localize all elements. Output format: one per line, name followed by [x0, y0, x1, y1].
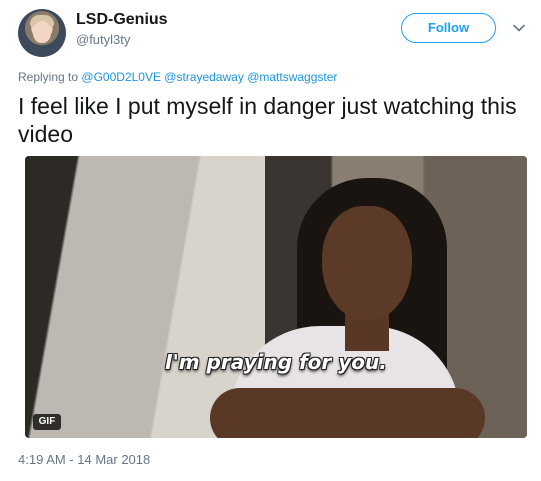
- replying-to: Replying to @G00D2L0VE @strayedaway @mat…: [18, 70, 337, 84]
- replying-to-label: Replying to: [18, 70, 79, 84]
- media-figure-face: [322, 206, 412, 321]
- display-name[interactable]: LSD-Genius: [76, 11, 168, 29]
- gif-media[interactable]: I'm praying for you. GIF: [25, 156, 527, 438]
- gif-caption: I'm praying for you.: [165, 350, 387, 374]
- tweet-timestamp[interactable]: 4:19 AM - 14 Mar 2018: [18, 452, 150, 467]
- tweet-text: I feel like I put myself in danger just …: [18, 93, 517, 147]
- tweet: LSD-Genius @futyl3ty Follow Replying to …: [0, 0, 541, 481]
- user-handle[interactable]: @futyl3ty: [76, 32, 130, 47]
- avatar-face: [33, 21, 51, 43]
- gif-badge: GIF: [33, 414, 61, 430]
- follow-button[interactable]: Follow: [401, 13, 496, 43]
- avatar[interactable]: [18, 9, 66, 57]
- media-figure-arms: [210, 388, 485, 438]
- chevron-down-icon[interactable]: [511, 20, 527, 36]
- mention-link[interactable]: @strayedaway: [164, 70, 244, 84]
- mention-link[interactable]: @G00D2L0VE: [81, 70, 161, 84]
- mention-link[interactable]: @mattswaggster: [247, 70, 337, 84]
